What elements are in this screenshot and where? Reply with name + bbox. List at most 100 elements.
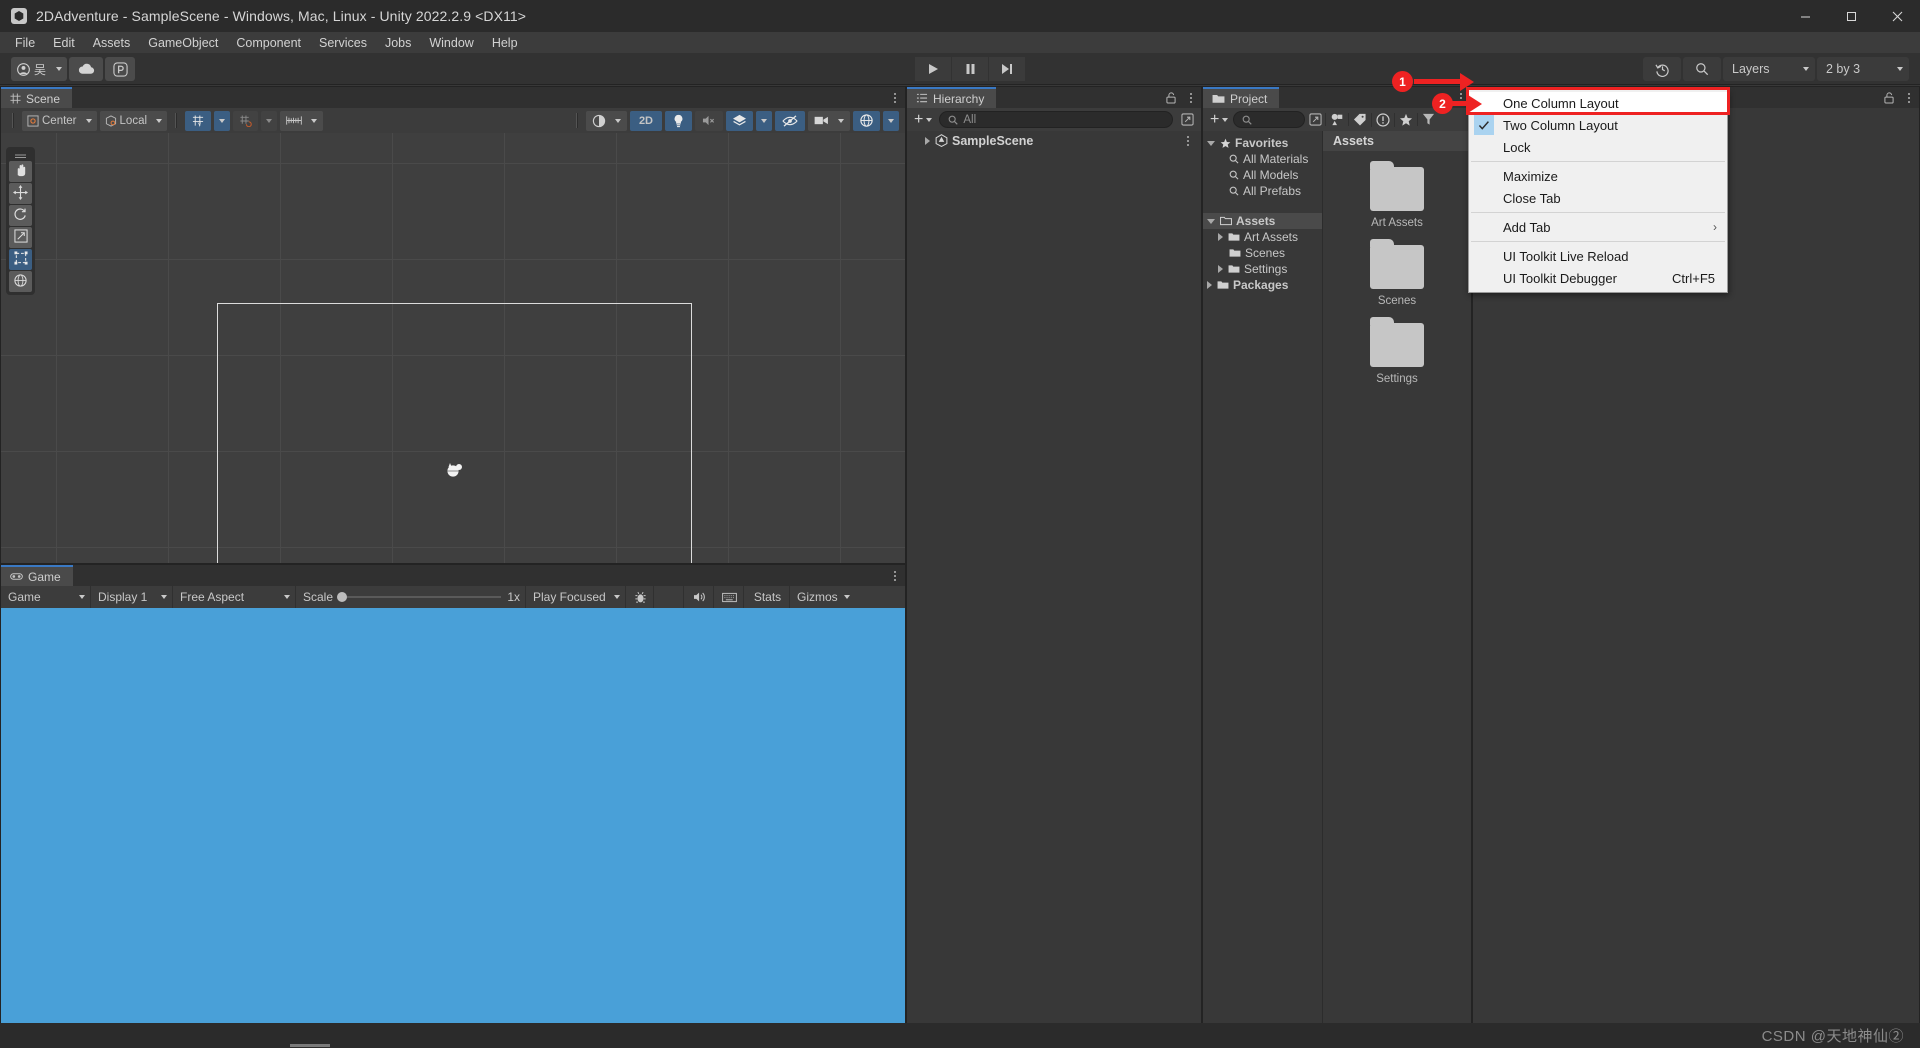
game-target-dropdown[interactable]: Game: [1, 586, 91, 608]
hierarchy-row-samplescene[interactable]: SampleScene: [907, 131, 1201, 150]
tree-row-all-materials[interactable]: All Materials: [1203, 151, 1322, 167]
layout-dropdown[interactable]: 2 by 3: [1817, 57, 1909, 81]
play-mode-dropdown[interactable]: Play Focused: [526, 586, 626, 608]
tree-row-settings[interactable]: Settings: [1203, 261, 1322, 277]
cloud-button[interactable]: [69, 57, 104, 81]
menu-component[interactable]: Component: [227, 33, 310, 53]
triangle-right-icon[interactable]: [1207, 281, 1212, 289]
tree-row-all-prefabs[interactable]: All Prefabs: [1203, 183, 1322, 199]
move-tool[interactable]: [9, 183, 32, 204]
favorite-filter-button[interactable]: [1394, 112, 1416, 127]
tab-game[interactable]: Game: [1, 565, 73, 586]
tree-row-art-assets[interactable]: Art Assets: [1203, 229, 1322, 245]
menu-jobs[interactable]: Jobs: [376, 33, 420, 53]
menu-item-maximize[interactable]: Maximize: [1469, 165, 1727, 187]
tab-hierarchy[interactable]: Hierarchy: [907, 87, 997, 108]
menu-gameobject[interactable]: GameObject: [139, 33, 227, 53]
tab-project[interactable]: Project: [1203, 87, 1280, 108]
asset-item-settings[interactable]: Settings: [1323, 317, 1471, 385]
inspector-lock-button[interactable]: [1879, 87, 1899, 108]
menu-item-two-column-layout[interactable]: Two Column Layout: [1469, 114, 1727, 136]
tree-row-scenes[interactable]: Scenes: [1203, 245, 1322, 261]
filter-by-type-button[interactable]: [1325, 113, 1347, 126]
hierarchy-expand-button[interactable]: [1177, 113, 1197, 126]
shading-dropdown[interactable]: [585, 110, 627, 131]
debug-button[interactable]: [626, 586, 654, 608]
menu-help[interactable]: Help: [483, 33, 527, 53]
audio-mute-button[interactable]: [695, 110, 723, 131]
gizmos-caret[interactable]: [883, 110, 899, 131]
tab-scene[interactable]: Scene: [1, 87, 73, 108]
project-add-button[interactable]: +: [1206, 111, 1232, 127]
account-dropdown[interactable]: 吴: [11, 57, 68, 81]
gizmos-button[interactable]: [853, 110, 880, 131]
pivot-dropdown[interactable]: Center: [22, 110, 97, 131]
toggle-2d-button[interactable]: 2D: [629, 110, 662, 131]
kebab-menu-icon[interactable]: [1902, 92, 1916, 103]
palette-drag-handle[interactable]: [9, 150, 32, 161]
services-button[interactable]: [105, 57, 136, 81]
filter-by-label-button[interactable]: [1348, 113, 1370, 126]
project-more-filter-button[interactable]: [1417, 113, 1439, 126]
hierarchy-lock-button[interactable]: [1161, 87, 1181, 108]
warning-filter-button[interactable]: [1371, 112, 1393, 127]
lighting-button[interactable]: [665, 110, 692, 131]
keyboard-button[interactable]: [714, 586, 744, 608]
rotate-tool[interactable]: [9, 205, 32, 226]
menu-item-one-column-layout[interactable]: One Column Layout: [1469, 92, 1727, 114]
aspect-dropdown[interactable]: Free Aspect: [173, 586, 296, 608]
project-asset-grid[interactable]: Assets Art Assets Scenes Settings: [1323, 131, 1471, 1047]
close-icon[interactable]: [1874, 0, 1920, 32]
menu-item-close-tab[interactable]: Close Tab: [1469, 187, 1727, 209]
rect-tool[interactable]: [9, 249, 32, 270]
tree-row-assets[interactable]: Assets: [1203, 213, 1322, 229]
menu-assets[interactable]: Assets: [84, 33, 140, 53]
hierarchy-options-button[interactable]: [1181, 87, 1201, 108]
play-button[interactable]: [915, 57, 951, 81]
display-dropdown[interactable]: Display 1: [91, 586, 173, 608]
menu-item-add-tab[interactable]: Add Tab ›: [1469, 216, 1727, 238]
transform-tool[interactable]: [9, 271, 32, 292]
triangle-right-icon[interactable]: [925, 136, 930, 145]
handle-dropdown[interactable]: Local: [99, 110, 168, 131]
player-sprite[interactable]: [445, 461, 463, 479]
hand-tool[interactable]: [9, 161, 32, 182]
scene-camera-button[interactable]: [808, 110, 850, 131]
grid-size-button[interactable]: [280, 110, 324, 131]
asset-item-scenes[interactable]: Scenes: [1323, 239, 1471, 307]
tree-row-favorites[interactable]: Favorites: [1203, 135, 1322, 151]
scene-visibility-button[interactable]: [775, 110, 805, 131]
history-button[interactable]: [1643, 57, 1681, 81]
triangle-right-icon[interactable]: [1218, 265, 1223, 273]
snap-button[interactable]: [233, 110, 259, 131]
hierarchy-search-input[interactable]: All: [939, 111, 1173, 128]
search-button[interactable]: [1683, 57, 1721, 81]
scale-tool[interactable]: [9, 227, 32, 248]
scene-viewport[interactable]: [1, 133, 905, 563]
pause-button[interactable]: [952, 57, 988, 81]
scene-options-button[interactable]: [885, 87, 905, 108]
menu-item-lock[interactable]: Lock: [1469, 136, 1727, 158]
menu-edit[interactable]: Edit: [44, 33, 84, 53]
menu-window[interactable]: Window: [420, 33, 482, 53]
tree-row-packages[interactable]: Packages: [1203, 277, 1322, 293]
triangle-down-icon[interactable]: [1207, 218, 1215, 224]
menu-services[interactable]: Services: [310, 33, 376, 53]
grid-axis-button[interactable]: Y: [185, 110, 212, 131]
menu-item-ui-toolkit-live-reload[interactable]: UI Toolkit Live Reload: [1469, 245, 1727, 267]
layers-dropdown[interactable]: Layers: [1723, 57, 1815, 81]
project-expand-button[interactable]: [1306, 113, 1324, 126]
grid-axis-caret[interactable]: [214, 110, 231, 131]
mute-audio-button[interactable]: [684, 586, 714, 608]
menu-file[interactable]: File: [6, 33, 44, 53]
kebab-menu-icon[interactable]: [1181, 135, 1195, 146]
menu-item-ui-toolkit-debugger[interactable]: UI Toolkit Debugger Ctrl+F5: [1469, 267, 1727, 289]
maximize-icon[interactable]: [1828, 0, 1874, 32]
effects-button[interactable]: [726, 110, 753, 131]
scale-slider[interactable]: Scale 1x: [296, 586, 526, 608]
tree-row-all-models[interactable]: All Models: [1203, 167, 1322, 183]
gizmos-dropdown[interactable]: Gizmos: [790, 586, 854, 608]
inspector-options-button[interactable]: [1899, 87, 1919, 108]
game-options-button[interactable]: [885, 565, 905, 586]
triangle-down-icon[interactable]: [1207, 140, 1215, 146]
